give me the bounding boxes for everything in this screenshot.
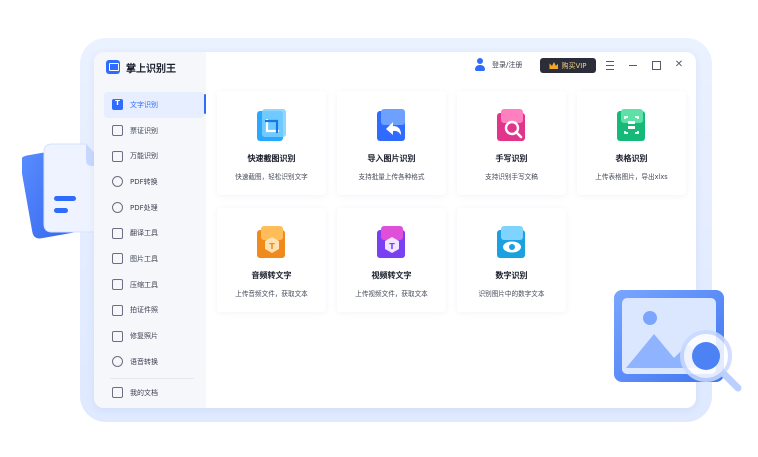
buy-vip-button[interactable]: 购买VIP [540, 58, 596, 73]
close-icon[interactable]: ✕ [673, 59, 685, 71]
card-desc: 支持识别手写文稿 [485, 173, 538, 181]
active-indicator [204, 94, 206, 114]
sidebar-item-image-tool[interactable]: 图片工具 [104, 246, 204, 272]
card-desc: 上传视频文件，获取文本 [355, 290, 428, 298]
crown-icon [549, 62, 559, 69]
sidebar-item-photo-repair[interactable]: 修复照片 [104, 323, 204, 349]
menu-icon[interactable] [604, 59, 616, 71]
translate-icon [112, 227, 123, 239]
sidebar-item-label: 票证识别 [130, 126, 158, 135]
card-audio-to-text[interactable]: T 音频转文字 上传音频文件，获取文本 [217, 208, 326, 312]
sidebar-item-label: 图片工具 [130, 254, 158, 263]
sidebar-item-label: 修复照片 [130, 332, 158, 341]
svg-text:T: T [389, 242, 395, 251]
image-tool-icon [112, 253, 123, 265]
card-desc: 支持批量上传各种格式 [358, 173, 425, 181]
sidebar-item-label: 文字识别 [130, 100, 158, 109]
sidebar-item-label: 拍证件照 [130, 306, 158, 315]
documents-icon [112, 387, 123, 399]
sidebar-divider [110, 378, 194, 379]
card-title: 手写识别 [495, 154, 528, 163]
card-desc: 上传表格图片，导出xlxs [595, 173, 668, 181]
promo-stage: 掌上识别王 文字识别 票证识别 万能识别 PDF转换 [0, 0, 758, 457]
sidebar-item-label: 我的文档 [130, 388, 158, 397]
audio-to-text-icon: T [257, 226, 285, 258]
sidebar: 掌上识别王 文字识别 票证识别 万能识别 PDF转换 [94, 52, 206, 408]
card-desc: 识别图片中的数字文本 [478, 290, 545, 298]
card-title: 数字识别 [495, 271, 528, 280]
card-desc: 快速截图，轻松识别文字 [235, 173, 308, 181]
app-logo-icon [106, 60, 120, 74]
sidebar-item-ticket[interactable]: 票证识别 [104, 118, 204, 144]
sidebar-item-label: 语音转换 [130, 357, 158, 366]
sidebar-item-my-docs[interactable]: 我的文档 [104, 380, 204, 406]
card-title: 快速截图识别 [247, 154, 296, 163]
card-table[interactable]: 表格识别 上传表格图片，导出xlxs [577, 91, 686, 195]
sidebar-item-label: 压缩工具 [130, 280, 158, 289]
maximize-icon[interactable] [650, 59, 662, 71]
photo-repair-icon [112, 330, 123, 342]
app-title: 掌上识别王 [106, 59, 176, 75]
compress-icon [112, 279, 123, 291]
sidebar-item-text-recognition[interactable]: 文字识别 [104, 92, 204, 118]
card-video-to-text[interactable]: T 视频转文字 上传视频文件，获取文本 [337, 208, 446, 312]
card-title: 导入图片识别 [367, 154, 416, 163]
sidebar-item-universal[interactable]: 万能识别 [104, 143, 204, 169]
table-icon [617, 109, 645, 141]
pdf-convert-icon [112, 176, 123, 188]
sidebar-item-label: 翻译工具 [130, 229, 158, 238]
id-photo-icon [112, 304, 123, 316]
sidebar-nav: 文字识别 票证识别 万能识别 PDF转换 PDF处理 [104, 92, 204, 375]
user-avatar-icon [474, 58, 486, 72]
voice-convert-icon [112, 356, 123, 368]
vip-label: 购买VIP [561, 61, 587, 70]
sidebar-item-pdf-process[interactable]: PDF处理 [104, 195, 204, 221]
ticket-icon [112, 125, 123, 137]
sidebar-item-translate[interactable]: 翻译工具 [104, 220, 204, 246]
svg-text:T: T [269, 242, 275, 251]
video-to-text-icon: T [377, 226, 405, 258]
card-title: 表格识别 [615, 154, 648, 163]
card-import-image[interactable]: 导入图片识别 支持批量上传各种格式 [337, 91, 446, 195]
topbar: 登录/注册 购买VIP ✕ [206, 52, 696, 80]
card-title: 视频转文字 [371, 271, 412, 280]
card-number-recognition[interactable]: 数字识别 识别图片中的数字文本 [457, 208, 566, 312]
universal-scan-icon [112, 150, 123, 162]
sidebar-item-voice[interactable]: 语音转换 [104, 349, 204, 375]
sidebar-item-compress[interactable]: 压缩工具 [104, 272, 204, 298]
number-recognition-icon [497, 226, 525, 258]
app-name: 掌上识别王 [126, 63, 176, 75]
image-search-illustration-icon [614, 290, 742, 392]
sidebar-item-id-photo[interactable]: 拍证件照 [104, 298, 204, 324]
minimize-icon[interactable] [627, 59, 639, 71]
sidebar-item-label: PDF处理 [130, 203, 158, 212]
screenshot-icon [257, 109, 286, 141]
sidebar-item-label: 万能识别 [130, 152, 158, 161]
card-title: 音频转文字 [251, 271, 292, 280]
card-desc: 上传音频文件，获取文本 [235, 290, 308, 298]
login-button[interactable]: 登录/注册 [474, 58, 522, 72]
card-handwriting[interactable]: 手写识别 支持识别手写文稿 [457, 91, 566, 195]
sidebar-item-label: PDF转换 [130, 177, 158, 186]
login-label: 登录/注册 [492, 61, 523, 69]
handwriting-icon [497, 109, 525, 141]
pdf-process-icon [112, 202, 123, 214]
sidebar-docs: 我的文档 [104, 380, 204, 406]
text-recognition-icon [112, 99, 123, 111]
card-quick-screenshot[interactable]: 快速截图识别 快速截图，轻松识别文字 [217, 91, 326, 195]
import-image-icon [377, 109, 405, 141]
sidebar-item-pdf-convert[interactable]: PDF转换 [104, 169, 204, 195]
